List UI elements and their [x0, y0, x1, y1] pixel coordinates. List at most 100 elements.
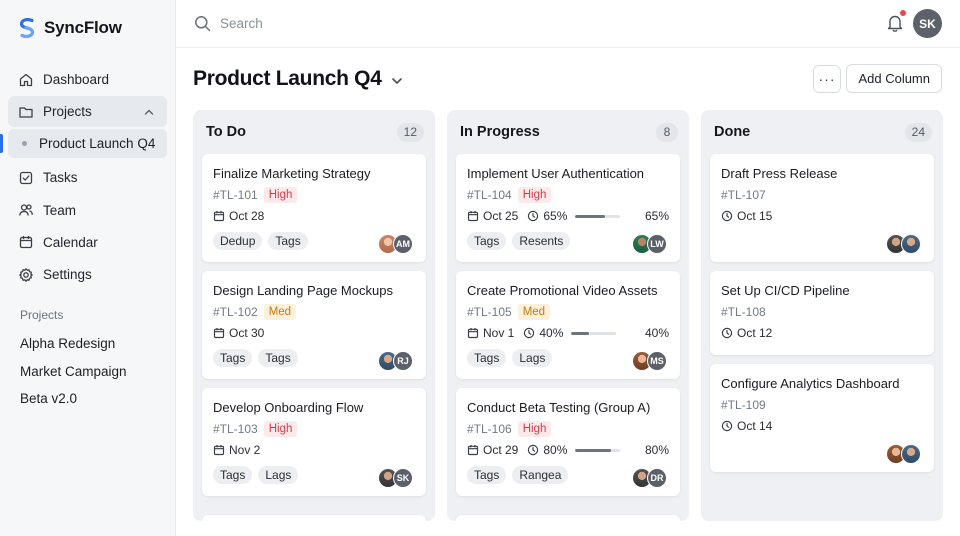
avatar[interactable]: AM — [393, 234, 413, 254]
project-link-market-campaign[interactable]: Market Campaign — [8, 358, 167, 386]
task-card[interactable]: Finalize Marketing Strategy #TL-101 High Oc… — [202, 154, 426, 262]
due-date: Oct 14 — [737, 419, 773, 433]
nav-dashboard[interactable]: Dashboard — [8, 64, 167, 95]
task-title: Configure Analytics Dashboard — [721, 376, 900, 391]
priority-badge: Med — [517, 304, 551, 320]
task-card[interactable]: Create Promotional Video Assets #TL-105 Me… — [456, 271, 680, 379]
more-options-button[interactable]: ··· — [813, 65, 841, 93]
clock-icon — [721, 420, 733, 432]
progress-fill — [575, 214, 605, 218]
task-title: Conduct Beta Testing (Group A) — [467, 400, 651, 415]
syncflow-logo-icon — [19, 18, 35, 38]
chevron-down-icon[interactable] — [390, 74, 404, 88]
tag-chip[interactable]: Tags — [213, 466, 253, 484]
due-date: Oct 28 — [229, 209, 265, 223]
task-card[interactable]: Configure Analytics Dashboard #TL-109 Oct … — [710, 364, 934, 472]
search-input[interactable]: Search — [220, 16, 263, 31]
column-header: In Progress 8 — [456, 110, 680, 154]
chevron-up-icon[interactable] — [141, 106, 157, 118]
tag-chip[interactable]: Resents — [512, 232, 571, 250]
assignee-avatars — [886, 234, 921, 254]
column-count-badge: 8 — [656, 122, 678, 142]
avatar[interactable] — [901, 444, 921, 464]
tag-chip[interactable]: Rangea — [512, 466, 569, 484]
due-date: Nov 2 — [229, 443, 261, 457]
tag-chip[interactable]: Lags — [512, 349, 553, 367]
tag-chip[interactable]: Dedup — [213, 232, 263, 250]
nav-projects[interactable]: Projects — [8, 96, 167, 128]
calendar-icon — [213, 445, 225, 456]
nav-settings[interactable]: Settings — [8, 259, 167, 290]
task-dates: Oct 30 — [213, 322, 416, 344]
checkbox-icon — [19, 171, 33, 184]
task-dates: Nov 2 — [213, 439, 416, 461]
tag-chip[interactable]: Lags — [258, 466, 299, 484]
avatar[interactable]: RJ — [393, 351, 413, 371]
avatar[interactable]: LW — [647, 234, 667, 254]
avatar[interactable]: MS — [647, 351, 667, 371]
task-title: Finalize Marketing Strategy — [213, 166, 371, 181]
add-column-button[interactable]: Add Column — [846, 64, 942, 93]
tag-chip[interactable]: Tags — [467, 232, 507, 250]
progress-value: 40% — [644, 326, 669, 340]
tag-chip[interactable]: Tags — [467, 349, 507, 367]
nav-label: Calendar — [43, 234, 98, 250]
tag-chip[interactable]: Tags — [268, 232, 308, 250]
task-card-partial[interactable] — [456, 515, 680, 521]
progress-label: 80% — [543, 443, 568, 457]
user-avatar[interactable]: SK — [913, 9, 942, 38]
due-date: Oct 29 — [483, 443, 519, 457]
nav-team[interactable]: Team — [8, 195, 167, 226]
notification-dot — [900, 10, 906, 16]
column-title: Done — [714, 124, 751, 140]
search-box[interactable]: Search — [194, 15, 263, 32]
clock-icon — [528, 210, 539, 222]
column-done: Done 24 Draft Press Release #TL-107 Oct 15 Se… — [701, 110, 943, 521]
task-id: #TL-105 — [467, 305, 512, 319]
due-date: Oct 25 — [483, 209, 519, 223]
task-dates: Oct 15 — [721, 205, 924, 227]
nav-label: Projects — [43, 104, 92, 120]
task-card[interactable]: Implement User Authentication #TL-104 High… — [456, 154, 680, 262]
tag-chip[interactable]: Tags — [213, 349, 253, 367]
project-link-beta-v2[interactable]: Beta v2.0 — [8, 385, 167, 413]
tag-chip[interactable]: Tags — [258, 349, 298, 367]
logo[interactable]: SyncFlow — [8, 16, 167, 40]
assignee-avatars: SK — [378, 468, 413, 488]
tag-chip[interactable]: Tags — [467, 466, 507, 484]
task-id: #TL-104 — [467, 188, 512, 202]
bell-icon[interactable] — [886, 13, 904, 33]
task-card[interactable]: Design Landing Page Mockups #TL-102 Med Oct… — [202, 271, 426, 379]
task-dates: Nov 1 40% 40% — [467, 322, 670, 344]
kanban-board: To Do 12 Finalize Marketing Strategy #TL-10… — [193, 110, 943, 521]
nav-tasks[interactable]: Tasks — [8, 162, 167, 193]
calendar-icon — [467, 211, 479, 222]
progress-label: 40% — [539, 326, 564, 340]
bullet-icon — [22, 141, 27, 147]
calendar-icon — [213, 328, 225, 339]
priority-badge: High — [517, 421, 552, 437]
due-date: Oct 15 — [737, 209, 773, 223]
project-link-alpha-redesign[interactable]: Alpha Redesign — [8, 330, 167, 358]
progress-bar — [571, 331, 617, 335]
avatar[interactable]: SK — [393, 468, 413, 488]
priority-badge: High — [263, 421, 298, 437]
calendar-icon — [467, 328, 479, 339]
task-card[interactable]: Conduct Beta Testing (Group A) #TL-106 Hig… — [456, 388, 680, 496]
nav-sub-product-launch[interactable]: Product Launch Q4 — [0, 129, 167, 159]
column-to-do: To Do 12 Finalize Marketing Strategy #TL-10… — [193, 110, 435, 521]
task-card[interactable]: Draft Press Release #TL-107 Oct 15 — [710, 154, 934, 262]
avatar[interactable] — [901, 234, 921, 254]
task-meta: #TL-108 — [721, 303, 924, 321]
task-card[interactable]: Develop Onboarding Flow #TL-103 High Nov 2 T… — [202, 388, 426, 496]
task-card[interactable]: Set Up CI/CD Pipeline #TL-108 Oct 12 — [710, 271, 934, 355]
task-card-partial[interactable] — [202, 515, 426, 521]
task-meta: #TL-105 Med — [467, 303, 670, 321]
task-dates: Oct 29 80% 80% — [467, 439, 670, 461]
nav-calendar[interactable]: Calendar — [8, 227, 167, 258]
clock-icon — [721, 327, 733, 339]
task-meta: #TL-107 — [721, 186, 924, 204]
avatar[interactable]: DR — [647, 468, 667, 488]
assignee-avatars: LW — [632, 234, 667, 254]
gear-icon — [19, 267, 33, 282]
